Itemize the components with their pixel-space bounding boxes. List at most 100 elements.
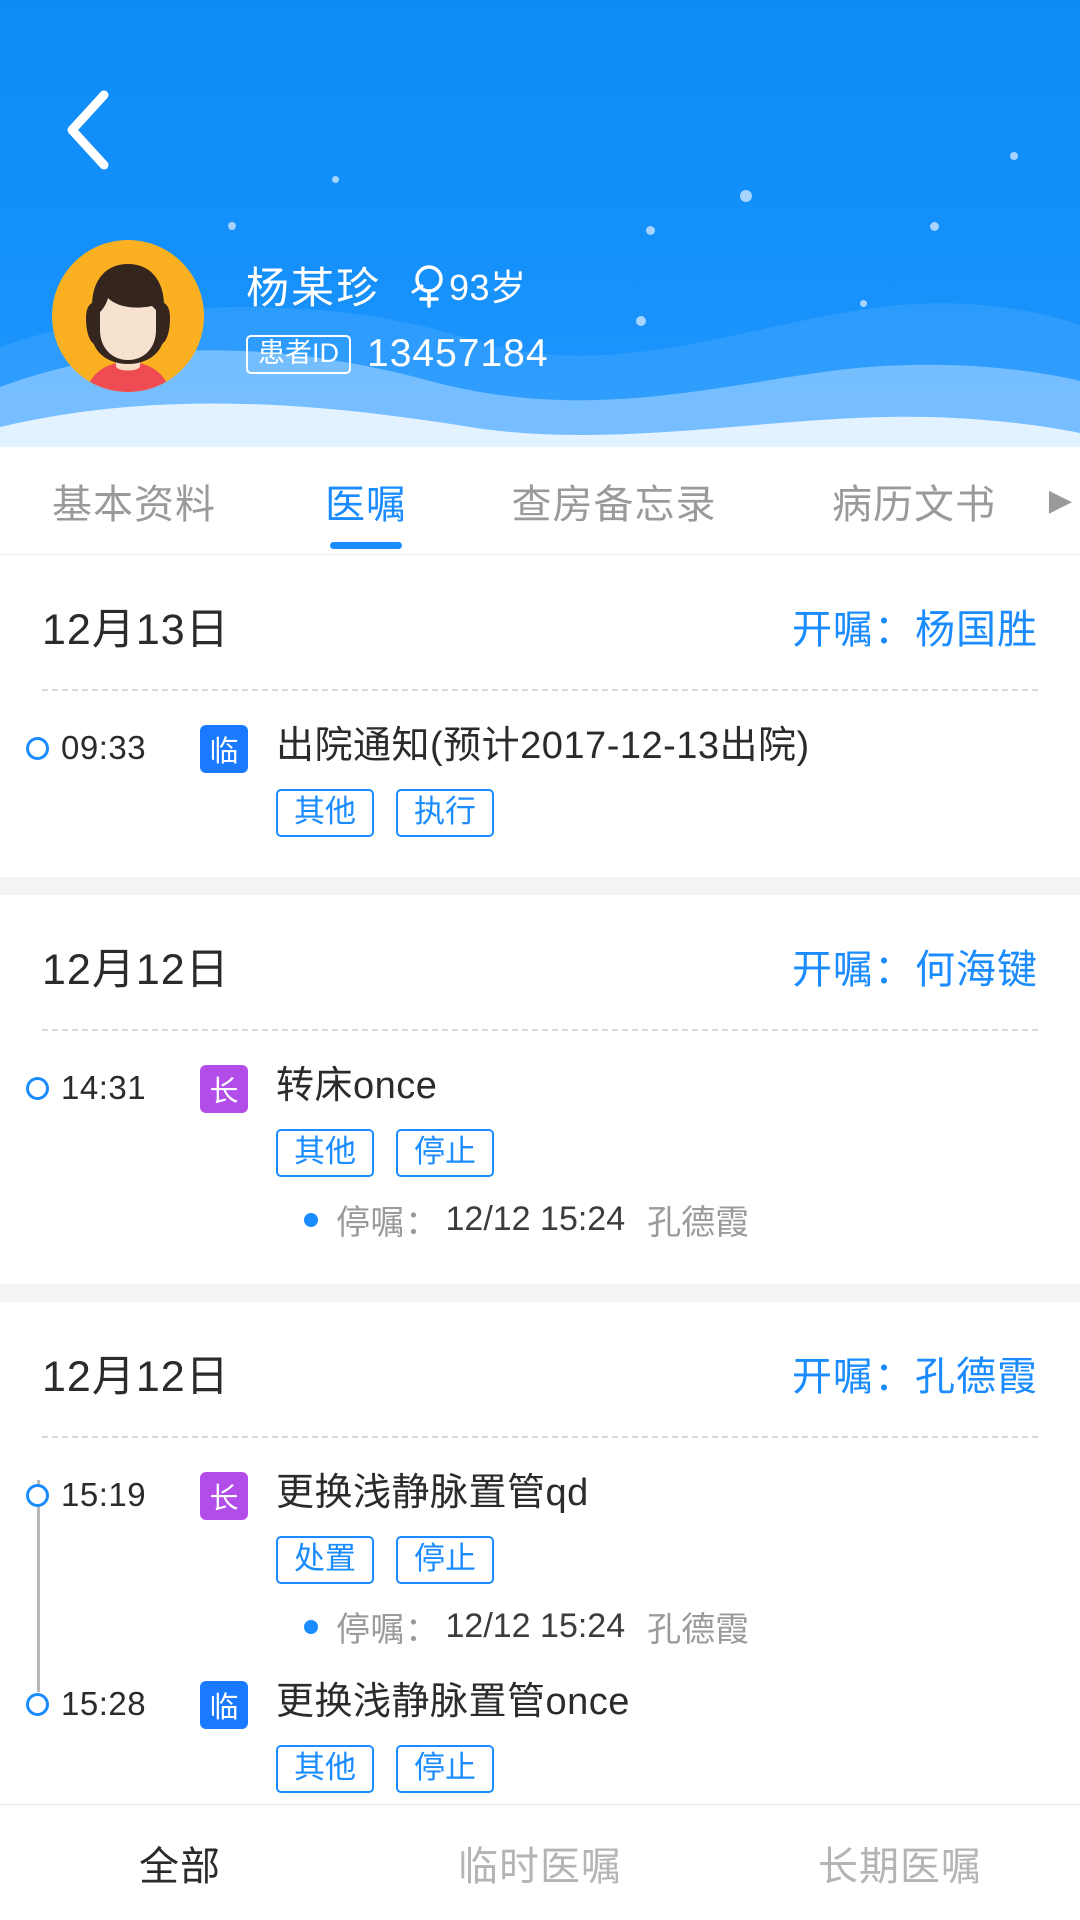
order-tag-row: 其他 停止 <box>276 1129 1040 1177</box>
bottom-tab-label: 全部 <box>139 1844 221 1889</box>
order-list: 15:19 长 更换浅静脉置管qd 处置 停止 停嘱： 12/12 15:24 … <box>0 1438 1080 1852</box>
patient-summary[interactable]: 杨某珍 93岁 患者ID 13457184 <box>52 240 549 392</box>
order-card-doctor[interactable]: 开嘱：孔德霞 <box>792 1344 1038 1402</box>
order-item[interactable]: 14:31 长 转床once 其他 停止 停嘱： 12/12 15:24 孔德霞 <box>0 1057 1080 1266</box>
order-note-person: 孔德霞 <box>647 1611 750 1649</box>
order-time-group: 15:19 <box>0 1470 200 1514</box>
bottom-tab-label: 临时医嘱 <box>458 1844 622 1889</box>
order-tag-row: 处置 停止 <box>276 1536 1040 1584</box>
bottom-tab-label: 长期医嘱 <box>818 1844 982 1889</box>
patient-details: 杨某珍 93岁 患者ID 13457184 <box>246 240 549 376</box>
tab-label: 病历文书 <box>832 482 996 527</box>
order-type-badge: 长 <box>200 1065 248 1113</box>
chevron-left-icon <box>67 90 109 170</box>
order-tag[interactable]: 其他 <box>276 1129 374 1177</box>
order-time-group: 09:33 <box>0 723 200 767</box>
timeline-dot-icon <box>26 736 49 760</box>
order-card-date: 12月13日 <box>42 606 230 654</box>
timeline-dot-icon <box>26 1076 49 1100</box>
sparkle-dot <box>646 226 655 235</box>
order-note: 停嘱： 12/12 15:24 孔德霞 <box>304 1195 1040 1244</box>
order-card-doctor[interactable]: 开嘱：何海键 <box>792 937 1038 995</box>
order-card-header: 12月12日 开嘱：何海键 <box>0 895 1080 1029</box>
order-note-label: 停嘱： <box>336 1611 440 1649</box>
order-name: 更换浅静脉置管once <box>276 1681 630 1723</box>
tab-basic-info[interactable]: 基本资料 <box>0 447 268 555</box>
tab-label: 医嘱 <box>325 482 407 527</box>
order-tag[interactable]: 其他 <box>276 789 374 837</box>
timeline-dot-icon <box>26 1483 49 1507</box>
order-time-group: 14:31 <box>0 1063 200 1107</box>
order-note-person: 孔德霞 <box>647 1204 750 1242</box>
tab-medical-records[interactable]: 病历文书 <box>764 447 1064 555</box>
bullet-icon <box>304 1212 318 1227</box>
patient-id-label: 患者ID <box>246 334 351 374</box>
order-tag[interactable]: 停止 <box>396 1129 494 1177</box>
bottom-tab-temporary-orders[interactable]: 临时医嘱 <box>360 1805 720 1920</box>
order-card-doctor[interactable]: 开嘱：杨国胜 <box>792 597 1038 655</box>
order-tag[interactable]: 处置 <box>276 1536 374 1584</box>
order-note: 停嘱： 12/12 15:24 孔德霞 <box>304 1602 1040 1651</box>
tab-round-memo[interactable]: 查房备忘录 <box>464 447 764 555</box>
tab-label: 查房备忘录 <box>511 482 717 527</box>
order-list: 14:31 长 转床once 其他 停止 停嘱： 12/12 15:24 孔德霞 <box>0 1031 1080 1274</box>
patient-name: 杨某珍 <box>246 265 381 313</box>
avatar <box>52 240 204 392</box>
order-card-header: 12月12日 开嘱：孔德霞 <box>0 1302 1080 1436</box>
timeline-dot-icon <box>26 1692 49 1716</box>
tab-label: 基本资料 <box>52 482 216 527</box>
order-list: 09:33 临 出院通知(预计2017-12-13出院) 其他 执行 <box>0 691 1080 867</box>
order-time: 09:33 <box>61 729 147 766</box>
order-content: 长 更换浅静脉置管qd 处置 停止 停嘱： 12/12 15:24 孔德霞 <box>200 1470 1080 1651</box>
patient-id-value: 13457184 <box>367 332 549 375</box>
order-card-header: 12月13日 开嘱：杨国胜 <box>0 555 1080 689</box>
order-type-badge: 临 <box>200 1681 248 1729</box>
sparkle-dot <box>740 190 752 202</box>
order-tag-row: 其他 执行 <box>276 789 1040 837</box>
sparkle-dot <box>1010 152 1018 160</box>
order-tag[interactable]: 停止 <box>396 1745 494 1793</box>
order-time: 15:28 <box>61 1685 147 1722</box>
order-note-label: 停嘱： <box>336 1204 440 1242</box>
order-card: 12月12日 开嘱：何海键 14:31 长 转床once 其他 停止 停嘱： 1… <box>0 895 1080 1284</box>
order-name: 出院通知(预计2017-12-13出院) <box>276 725 810 767</box>
order-name: 更换浅静脉置管qd <box>276 1472 589 1514</box>
chevron-right-icon[interactable]: ▶ <box>1049 485 1072 516</box>
order-card-date: 12月12日 <box>42 946 230 994</box>
patient-header: 杨某珍 93岁 患者ID 13457184 <box>0 0 1080 447</box>
sparkle-dot <box>228 222 236 230</box>
bullet-icon <box>304 1619 318 1634</box>
gender-age-group: 93岁 <box>407 259 527 311</box>
bottom-tab-longterm-orders[interactable]: 长期医嘱 <box>720 1805 1080 1920</box>
order-time: 14:31 <box>61 1069 147 1106</box>
order-content: 长 转床once 其他 停止 停嘱： 12/12 15:24 孔德霞 <box>200 1063 1080 1244</box>
order-tag[interactable]: 停止 <box>396 1536 494 1584</box>
order-type-badge: 临 <box>200 725 248 773</box>
order-card: 12月13日 开嘱：杨国胜 09:33 临 出院通知(预计2017-12-13出… <box>0 555 1080 877</box>
orders-scroll-area[interactable]: 12月13日 开嘱：杨国胜 09:33 临 出院通知(预计2017-12-13出… <box>0 555 1080 1852</box>
patient-orders-screen: 杨某珍 93岁 患者ID 13457184 基本资料 医嘱 查房备忘录 病历文书… <box>0 0 1080 1920</box>
order-item[interactable]: 09:33 临 出院通知(预计2017-12-13出院) 其他 执行 <box>0 717 1080 859</box>
order-item[interactable]: 15:19 长 更换浅静脉置管qd 处置 停止 停嘱： 12/12 15:24 … <box>0 1464 1080 1673</box>
order-tag[interactable]: 执行 <box>396 789 494 837</box>
female-gender-icon <box>411 265 443 308</box>
tab-active-indicator <box>330 541 402 549</box>
order-name: 转床once <box>276 1065 438 1107</box>
bottom-tab-all[interactable]: 全部 <box>0 1805 360 1920</box>
order-type-badge: 长 <box>200 1472 248 1520</box>
order-time: 15:19 <box>61 1476 147 1513</box>
order-tag-row: 其他 停止 <box>276 1745 1040 1793</box>
order-tag[interactable]: 其他 <box>276 1745 374 1793</box>
back-button[interactable] <box>40 82 136 178</box>
order-time-group: 15:28 <box>0 1679 200 1723</box>
order-content: 临 出院通知(预计2017-12-13出院) 其他 执行 <box>200 723 1080 837</box>
section-tab-bar: 基本资料 医嘱 查房备忘录 病历文书 ▶ <box>0 447 1080 555</box>
tab-medical-orders[interactable]: 医嘱 <box>268 447 464 555</box>
sparkle-dot <box>860 300 867 307</box>
sparkle-dot <box>332 176 339 183</box>
bottom-filter-bar: 全部 临时医嘱 长期医嘱 <box>0 1804 1080 1920</box>
order-note-time: 12/12 15:24 <box>445 1200 626 1238</box>
order-note-time: 12/12 15:24 <box>445 1607 626 1645</box>
order-card-date: 12月12日 <box>42 1353 230 1401</box>
sparkle-dot <box>930 222 939 231</box>
